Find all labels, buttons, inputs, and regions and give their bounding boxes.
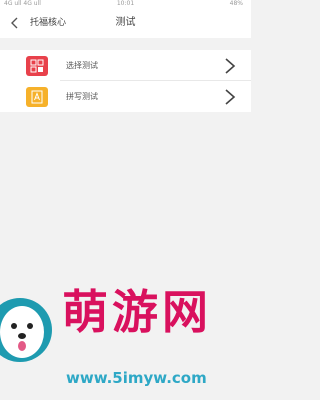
menu-label-spell-test: 拼写测试: [66, 92, 98, 101]
status-time: 10:01: [116, 0, 135, 7]
menu-list: 选择测试 拼写测试: [0, 50, 251, 112]
spell-test-icon: [26, 87, 48, 107]
select-test-icon: [26, 56, 48, 76]
watermark-url: www.5imyw.com: [66, 369, 207, 387]
menu-item-spell-test[interactable]: 拼写测试: [0, 81, 251, 112]
nav-bar: 托福核心 测试: [0, 8, 251, 38]
menu-item-select-test[interactable]: 选择测试: [0, 50, 251, 81]
page-title: 测试: [115, 17, 136, 28]
watermark-logo-text: 萌游网: [62, 285, 212, 339]
menu-label-select-test: 选择测试: [66, 61, 98, 70]
chevron-right-icon: [225, 58, 236, 74]
watermark: 萌游网 www.5imyw.com: [0, 280, 251, 400]
battery-level: 48%: [229, 0, 243, 7]
dog-mascot-icon: [0, 298, 52, 362]
chevron-right-icon: [225, 89, 236, 105]
status-bar: 4G ull 4G ull 10:01 48%: [0, 0, 251, 8]
